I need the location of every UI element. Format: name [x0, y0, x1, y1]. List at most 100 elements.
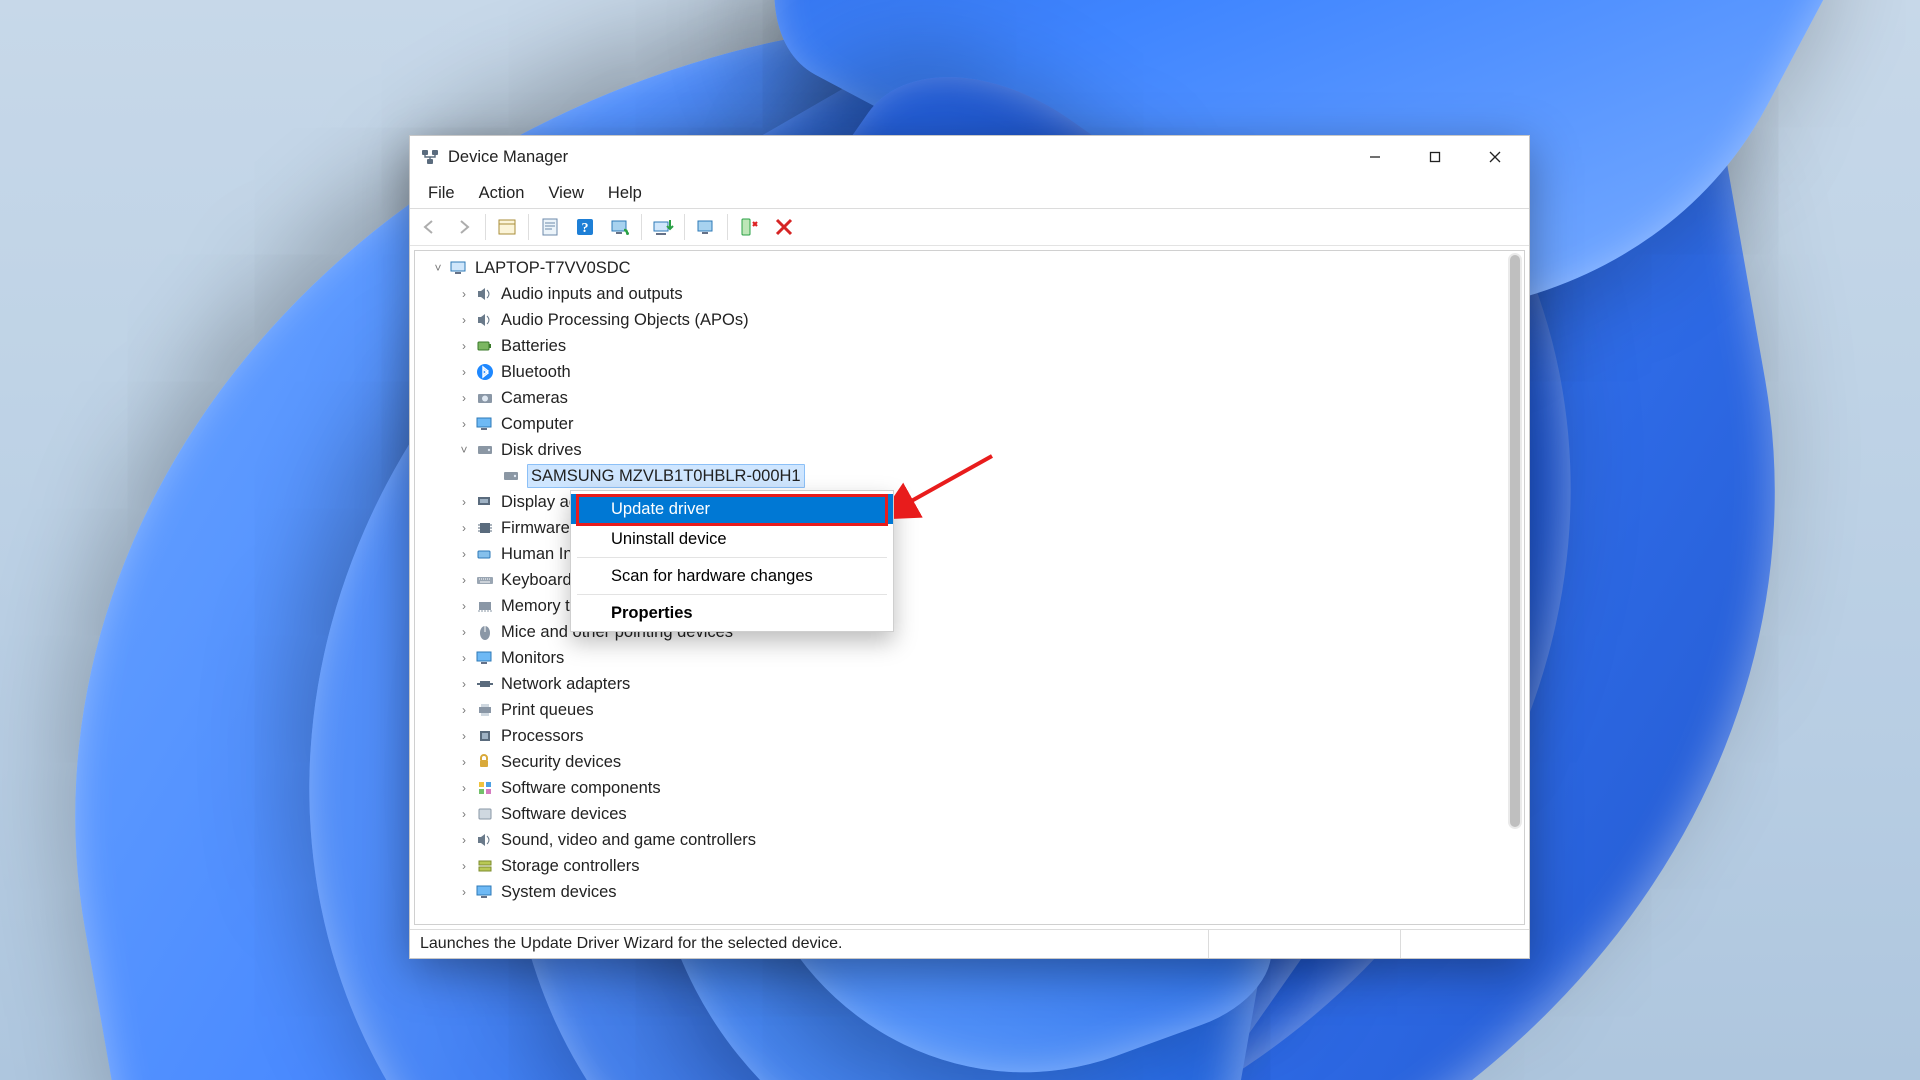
tree-cat-batteries[interactable]: › Batteries	[423, 333, 1506, 359]
chevron-right-icon[interactable]: ›	[455, 285, 473, 303]
app-icon	[420, 147, 440, 167]
tree-label: Batteries	[501, 337, 566, 356]
disk-icon	[501, 466, 521, 486]
tree-cat-computer[interactable]: › Computer	[423, 411, 1506, 437]
chevron-right-icon[interactable]: ›	[455, 545, 473, 563]
properties-button[interactable]	[534, 211, 566, 243]
tree-label: Computer	[501, 415, 573, 434]
maximize-button[interactable]	[1405, 136, 1465, 178]
tree-label: Sound, video and game controllers	[501, 831, 756, 850]
battery-icon	[475, 336, 495, 356]
chevron-right-icon[interactable]: ›	[455, 519, 473, 537]
tree-label: Storage controllers	[501, 857, 640, 876]
bluetooth-icon	[475, 362, 495, 382]
scrollbar-thumb[interactable]	[1510, 255, 1520, 827]
chevron-right-icon[interactable]: ›	[455, 805, 473, 823]
chevron-right-icon[interactable]: ›	[455, 779, 473, 797]
chevron-down-icon[interactable]: ˅	[455, 441, 473, 459]
menu-help[interactable]: Help	[596, 181, 654, 206]
close-button[interactable]	[1465, 136, 1525, 178]
chevron-right-icon[interactable]: ›	[455, 623, 473, 641]
forward-button[interactable]	[448, 211, 480, 243]
ctx-properties[interactable]: Properties	[571, 598, 893, 628]
tree-cat-bluetooth[interactable]: › Bluetooth	[423, 359, 1506, 385]
chevron-right-icon[interactable]: ›	[455, 337, 473, 355]
uninstall-device-button[interactable]	[733, 211, 765, 243]
mouse-icon	[475, 622, 495, 642]
update-driver-button[interactable]	[647, 211, 679, 243]
tree-cat-sw-components[interactable]: › Software components	[423, 775, 1506, 801]
chevron-right-icon[interactable]: ›	[455, 831, 473, 849]
hid-icon	[475, 544, 495, 564]
chevron-right-icon[interactable]: ›	[455, 571, 473, 589]
chevron-right-icon[interactable]: ›	[455, 597, 473, 615]
tree-cat-disk-drives[interactable]: ˅ Disk drives	[423, 437, 1506, 463]
scrollbar[interactable]	[1508, 253, 1522, 829]
chevron-right-icon[interactable]: ›	[455, 753, 473, 771]
monitor-icon	[475, 648, 495, 668]
menu-action[interactable]: Action	[467, 181, 537, 206]
chevron-right-icon[interactable]: ›	[455, 883, 473, 901]
chevron-down-icon[interactable]: ˅	[429, 259, 447, 277]
tree-root[interactable]: ˅ LAPTOP-T7VV0SDC	[423, 255, 1506, 281]
menu-file[interactable]: File	[416, 181, 467, 206]
tree-cat-storage-controllers[interactable]: › Storage controllers	[423, 853, 1506, 879]
ctx-scan-hardware[interactable]: Scan for hardware changes	[571, 561, 893, 591]
tree-cat-cameras[interactable]: › Cameras	[423, 385, 1506, 411]
tree-label: Software devices	[501, 805, 627, 824]
system-icon	[475, 882, 495, 902]
ctx-item-label: Properties	[611, 604, 693, 623]
chevron-right-icon[interactable]: ›	[455, 675, 473, 693]
tree-item-selected-disk[interactable]: · SAMSUNG MZVLB1T0HBLR-000H1	[423, 463, 1506, 489]
disable-device-button[interactable]	[768, 211, 800, 243]
menu-view[interactable]: View	[536, 181, 595, 206]
monitor-icon	[475, 414, 495, 434]
show-hide-console-button[interactable]	[491, 211, 523, 243]
context-menu: Update driver Uninstall device Scan for …	[570, 490, 894, 632]
tree-cat-audio-io[interactable]: › Audio inputs and outputs	[423, 281, 1506, 307]
tree-label: Network adapters	[501, 675, 630, 694]
computer-icon	[449, 258, 469, 278]
tree-label: Firmware	[501, 519, 570, 538]
chevron-right-icon[interactable]: ›	[455, 363, 473, 381]
titlebar[interactable]: Device Manager	[410, 136, 1529, 178]
tree-cat-monitors[interactable]: › Monitors	[423, 645, 1506, 671]
camera-icon	[475, 388, 495, 408]
scan-hardware-button[interactable]	[604, 211, 636, 243]
chevron-right-icon[interactable]: ›	[455, 701, 473, 719]
ctx-uninstall-device[interactable]: Uninstall device	[571, 524, 893, 554]
enable-device-button[interactable]	[690, 211, 722, 243]
chevron-right-icon[interactable]: ›	[455, 857, 473, 875]
help-button[interactable]: ?	[569, 211, 601, 243]
tree-cat-apo[interactable]: › Audio Processing Objects (APOs)	[423, 307, 1506, 333]
tree-cat-system-devices[interactable]: › System devices	[423, 879, 1506, 905]
storage-icon	[475, 856, 495, 876]
chevron-right-icon[interactable]: ›	[455, 389, 473, 407]
ctx-item-label: Update driver	[611, 500, 710, 519]
tree-cat-sw-devices[interactable]: › Software devices	[423, 801, 1506, 827]
display-adapter-icon	[475, 492, 495, 512]
tree-cat-security[interactable]: › Security devices	[423, 749, 1506, 775]
chevron-right-icon[interactable]: ›	[455, 493, 473, 511]
disk-icon	[475, 440, 495, 460]
chevron-right-icon[interactable]: ›	[455, 415, 473, 433]
speaker-icon	[475, 310, 495, 330]
tree-label: Disk drives	[501, 441, 582, 460]
minimize-button[interactable]	[1345, 136, 1405, 178]
chevron-right-icon[interactable]: ›	[455, 727, 473, 745]
tree-cat-print-queues[interactable]: › Print queues	[423, 697, 1506, 723]
tree-label: Processors	[501, 727, 584, 746]
chevron-right-icon[interactable]: ›	[455, 311, 473, 329]
ctx-item-label: Uninstall device	[611, 530, 727, 549]
tree-label: Keyboards	[501, 571, 580, 590]
statusbar: Launches the Update Driver Wizard for th…	[410, 929, 1529, 958]
tree-label: Audio inputs and outputs	[501, 285, 683, 304]
tree-cat-sound-video-game[interactable]: › Sound, video and game controllers	[423, 827, 1506, 853]
ctx-update-driver[interactable]: Update driver	[571, 494, 893, 524]
back-button[interactable]	[413, 211, 445, 243]
tree-cat-network[interactable]: › Network adapters	[423, 671, 1506, 697]
tree-label: Software components	[501, 779, 661, 798]
tree-cat-processors[interactable]: › Processors	[423, 723, 1506, 749]
menubar: File Action View Help	[410, 178, 1529, 209]
chevron-right-icon[interactable]: ›	[455, 649, 473, 667]
